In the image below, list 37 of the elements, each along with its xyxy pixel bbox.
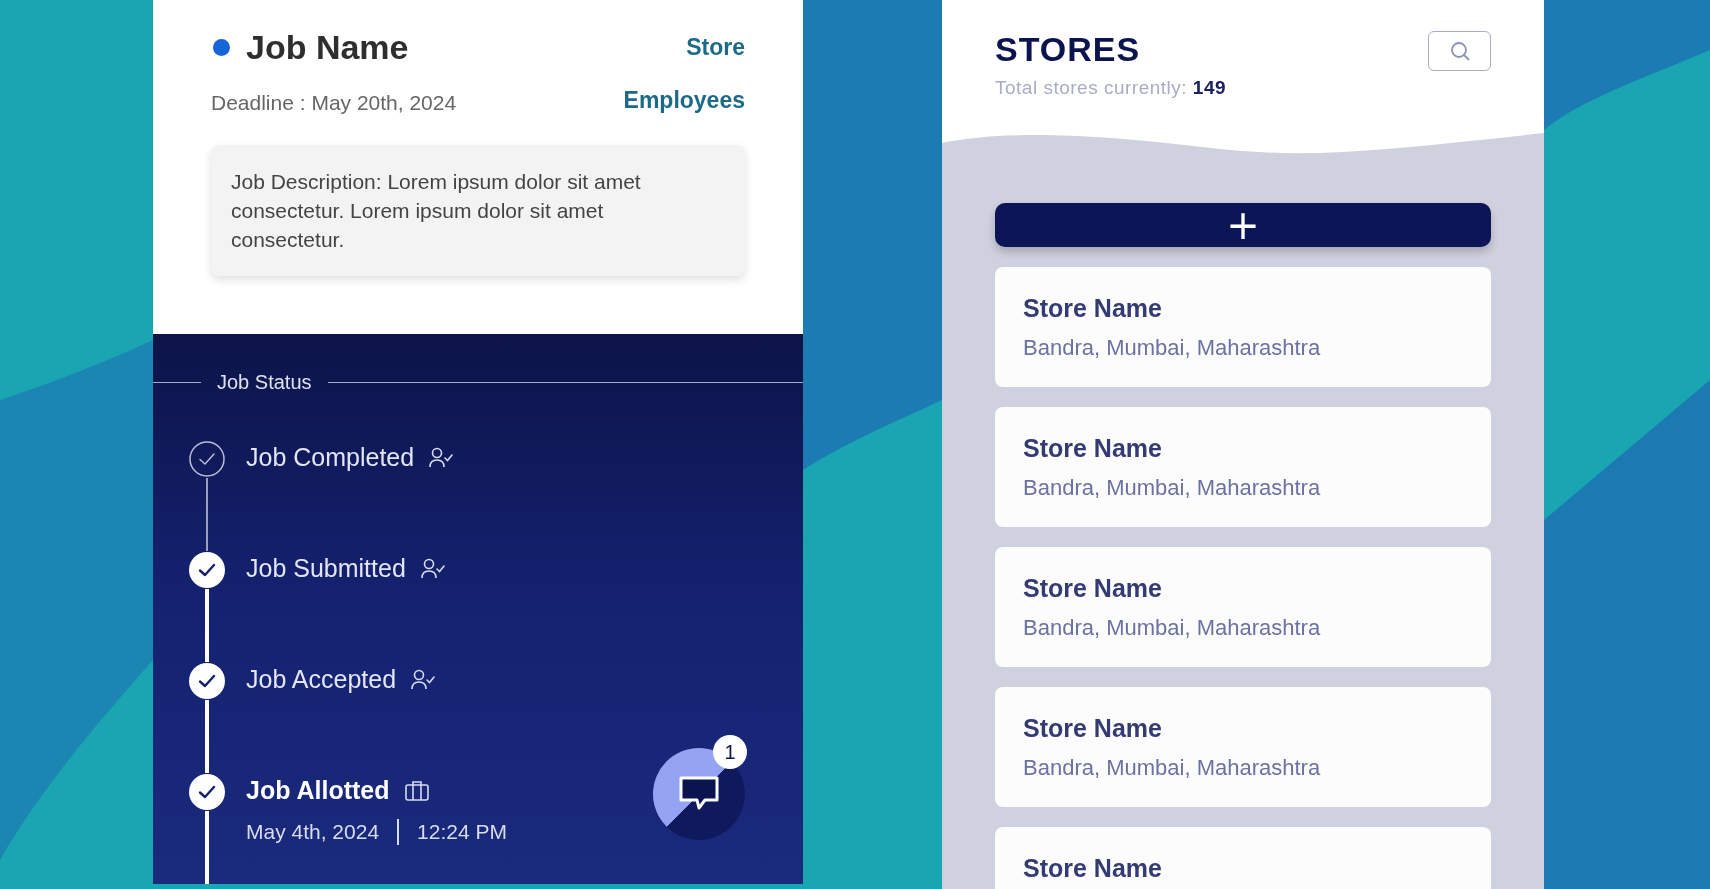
search-icon — [1448, 40, 1471, 62]
store-address: Bandra, Mumbai, Maharashtra — [1023, 615, 1322, 641]
store-card[interactable]: Store Name Bandra, Mumbai, Maharashtra — [995, 267, 1491, 387]
store-card[interactable]: Store Name Bandra, Mumbai, Maharashtra — [995, 407, 1491, 527]
step-label: Job Submitted — [246, 554, 406, 583]
user-check-icon — [410, 667, 437, 692]
store-card[interactable]: Store Name — [995, 827, 1491, 889]
step-label: Job Accepted — [246, 665, 397, 694]
store-card[interactable]: Store Name Bandra, Mumbai, Maharashtra — [995, 547, 1491, 667]
store-name: Store Name — [1023, 854, 1163, 883]
status-dot — [213, 39, 230, 56]
store-address: Bandra, Mumbai, Maharashtra — [1023, 335, 1322, 361]
step-time: 12:24 PM — [417, 820, 507, 844]
stores-title: STORES — [995, 30, 1142, 69]
step-date: May 4th, 2024 — [246, 820, 380, 844]
job-title: Job Name — [246, 28, 409, 67]
store-card[interactable]: Store Name Bandra, Mumbai, Maharashtra — [995, 687, 1491, 807]
job-status-heading: Job Status — [217, 371, 312, 394]
store-name: Store Name — [1023, 714, 1163, 743]
user-check-icon — [419, 556, 446, 581]
store-name: Store Name — [1023, 294, 1163, 323]
employees-link[interactable]: Employees — [623, 86, 745, 114]
search-button[interactable] — [1428, 31, 1491, 71]
job-description: Job Description: Lorem ipsum dolor sit amet consectetur. Lorem ipsum dolor sit amet consectetur. — [211, 145, 745, 276]
step-label: Job Completed — [246, 443, 415, 472]
store-name: Store Name — [1023, 574, 1163, 603]
store-address: Bandra, Mumbai, Maharashtra — [1023, 475, 1322, 501]
step-label: Job Allotted — [246, 776, 390, 805]
user-check-icon — [428, 445, 455, 470]
store-link[interactable]: Store — [686, 34, 745, 61]
add-store-button[interactable]: + — [995, 203, 1491, 247]
store-count-text: Total stores currently: 149 — [995, 77, 1227, 99]
store-name: Store Name — [1023, 434, 1163, 463]
notification-badge: 1 — [713, 735, 747, 769]
store-address: Bandra, Mumbai, Maharashtra — [1023, 755, 1322, 781]
deadline-text: Deadline : May 20th, 2024 — [211, 91, 457, 115]
briefcase-icon — [403, 778, 430, 803]
